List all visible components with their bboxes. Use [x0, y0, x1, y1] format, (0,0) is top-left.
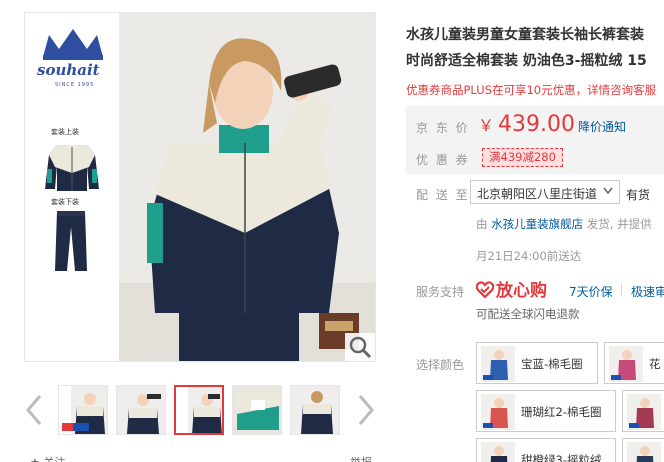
main-product-image[interactable]: souhait SINCE 1995 套装上装 套装下装: [24, 12, 376, 362]
report-link[interactable]: 举报: [350, 454, 372, 462]
jacket-illustration: [45, 145, 99, 191]
delivery-eta: 月21日24:00前送达: [476, 249, 582, 263]
delivery-label: 配 送 至: [416, 188, 470, 202]
color-option-3[interactable]: 珊瑚红2-棉毛圈: [476, 390, 616, 432]
stock-status: 有货: [626, 188, 651, 202]
color-swatch: [481, 394, 515, 430]
service-divider: [621, 283, 622, 297]
coupon-tag[interactable]: 满439减280: [482, 148, 563, 167]
thumbnail-2[interactable]: [116, 385, 166, 435]
seller-line: 由 水孩儿童装旗舰店 发货, 并提供: [476, 216, 652, 232]
heart-icon: [475, 281, 495, 299]
color-swatch: [627, 394, 661, 430]
pants-illustration: [55, 211, 87, 271]
thumbnail-1[interactable]: [58, 385, 108, 435]
color-option-label: 宝蓝-棉毛圈: [521, 357, 583, 371]
title-line-2: 时尚舒适全棉套装 奶油色3-摇粒绒 15: [406, 53, 647, 69]
color-option-2[interactable]: 花: [604, 342, 664, 384]
color-option-1[interactable]: 宝蓝-棉毛圈: [476, 342, 598, 384]
color-option-label: 甜橙绿3-摇粒绒: [521, 453, 602, 462]
brand-name: souhait: [37, 61, 100, 79]
promo-text: 优惠券商品PLUS在可享10元优惠，详情咨询客服: [406, 83, 657, 97]
color-swatch: [627, 442, 661, 462]
color-option-5[interactable]: 甜橙绿3-摇粒绒: [476, 438, 616, 462]
service-fast-review[interactable]: 极速审: [631, 283, 664, 300]
price-drop-notify-link[interactable]: 降价通知: [578, 118, 626, 135]
thumbnail-4[interactable]: [232, 385, 282, 435]
thumbnail-carousel: [20, 382, 380, 438]
region-select[interactable]: 北京朝阳区八里庄街道: [470, 180, 620, 204]
set-top-label: 套装上装: [51, 128, 79, 136]
region-value: 北京朝阳区八里庄街道: [477, 187, 598, 201]
thumbnail-3[interactable]: [174, 385, 224, 435]
model-photo: [119, 13, 375, 361]
coupon-label: 优 惠 券: [416, 153, 470, 167]
currency-symbol: ￥: [478, 116, 495, 135]
brand-since: SINCE 1995: [55, 82, 95, 88]
service-note: 可配送全球闪电退款: [476, 307, 580, 321]
chevron-down-icon: [603, 187, 613, 195]
product-title: 水孩儿童装男童女童套装长袖长裤套装 时尚舒适全棉套装 奶油色3-摇粒绒 15: [406, 22, 664, 74]
service-price-protect[interactable]: 7天价保: [569, 283, 613, 300]
color-option-label: 珊瑚红2-棉毛圈: [521, 405, 602, 419]
crown-logo-icon: [43, 29, 103, 60]
price-box: 京 东 价 ￥ 439.00 降价通知 优 惠 券 满439减280: [406, 106, 664, 174]
price-amount: 439.00: [498, 112, 575, 137]
color-label: 选择颜色: [416, 358, 465, 372]
fangxin-badge[interactable]: 放心购: [475, 276, 547, 301]
color-swatch: [481, 346, 515, 382]
price-label: 京 东 价: [416, 121, 470, 135]
zoom-icon[interactable]: [345, 333, 375, 361]
brand-strip: souhait SINCE 1995 套装上装 套装下装: [25, 13, 119, 361]
price-value: ￥ 439.00: [478, 112, 575, 137]
color-option-6[interactable]: [622, 438, 664, 462]
color-swatch: [481, 442, 515, 462]
seller-suffix: 发货, 并提供: [583, 217, 652, 231]
title-line-1: 水孩儿童装男童女童套装长袖长裤套装: [406, 27, 644, 43]
color-option-label: 花: [649, 357, 661, 371]
color-option-4[interactable]: [622, 390, 664, 432]
thumbnail-5[interactable]: [290, 385, 340, 435]
fangxin-text: 放心购: [496, 281, 547, 301]
set-bottom-label: 套装下装: [51, 198, 79, 206]
follow-link[interactable]: ★ 关注: [30, 454, 65, 462]
chevron-left-icon[interactable]: [24, 394, 44, 426]
service-label: 服务支持: [416, 285, 465, 299]
color-swatch: [609, 346, 643, 382]
seller-shop-link[interactable]: 水孩儿童装旗舰店: [491, 217, 583, 231]
seller-prefix: 由: [476, 217, 492, 231]
chevron-right-icon[interactable]: [356, 394, 376, 426]
